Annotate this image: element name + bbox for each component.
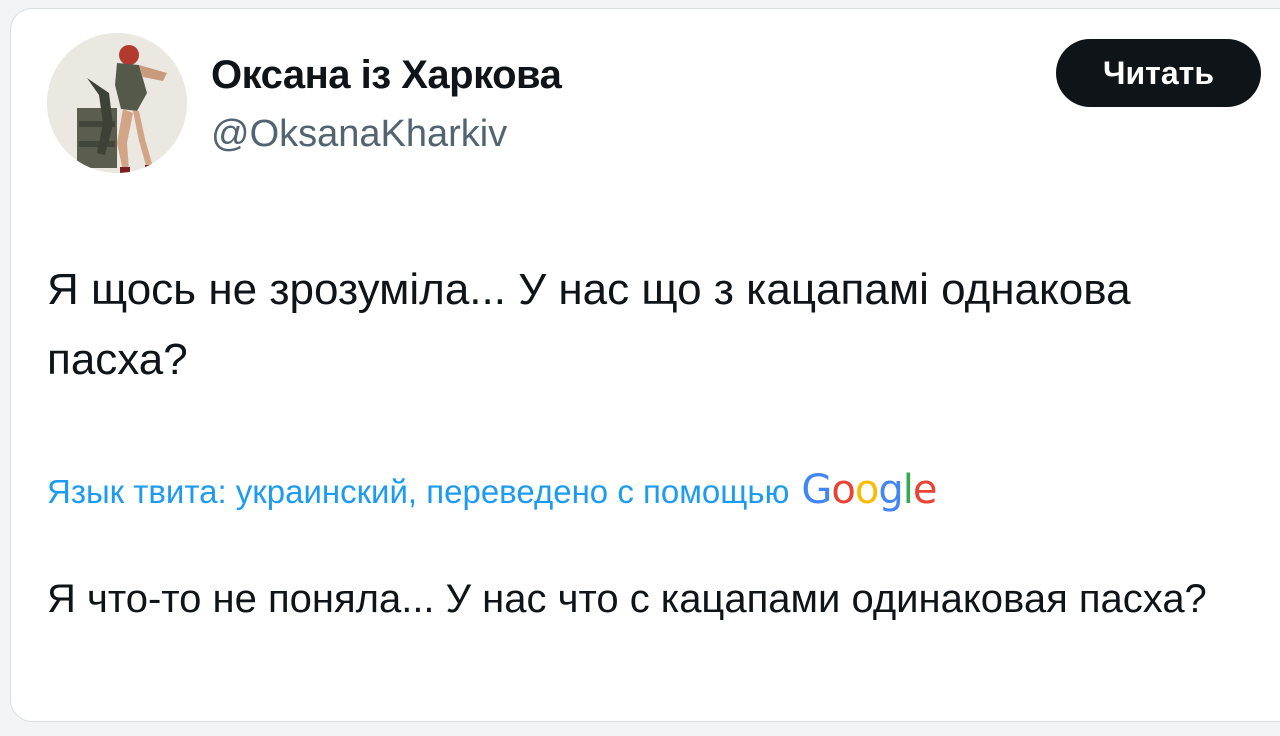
read-button[interactable]: Читать <box>1056 39 1261 107</box>
google-logo-letter: g <box>878 467 903 513</box>
tweet-text: Я щось не зрозуміла... У нас що з кацапа… <box>47 265 1131 384</box>
google-logo-letter: e <box>912 467 938 513</box>
google-logo-letter: l <box>902 467 914 513</box>
tweet-card: Оксана із Харкова @OksanaKharkiv Читать … <box>10 8 1280 722</box>
avatar-image <box>47 33 187 173</box>
display-name[interactable]: Оксана із Харкова <box>211 53 562 98</box>
google-logo-letter: G <box>801 467 832 513</box>
google-logo-icon: Google <box>801 467 938 513</box>
translation-notice[interactable]: Язык твита: украинский, переведено с пом… <box>47 467 938 513</box>
google-logo-letter: o <box>831 467 856 513</box>
avatar[interactable] <box>47 33 187 173</box>
user-handle[interactable]: @OksanaKharkiv <box>211 113 507 156</box>
google-logo-letter: o <box>854 467 880 513</box>
translated-text: Я что-то не поняла... У нас что с кацапа… <box>47 577 1207 621</box>
translation-label[interactable]: Язык твита: украинский, переведено с пом… <box>47 473 789 511</box>
